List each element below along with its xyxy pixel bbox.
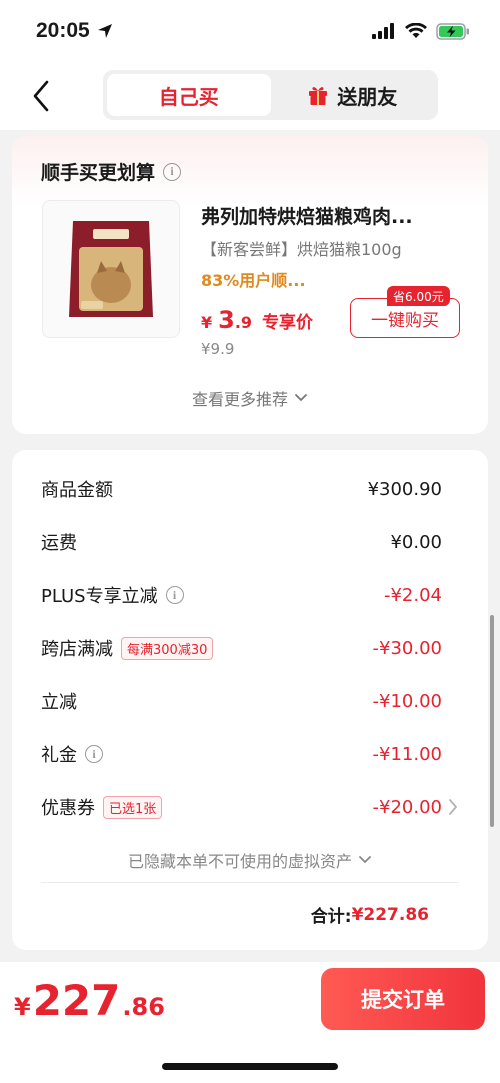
recommendation-title: 顺手买更划算 i — [41, 158, 182, 185]
summary-row-plus-discount: PLUS专享立减 i -¥2.04 — [41, 580, 442, 610]
product-price: ¥ 3 .9 专享价 — [201, 306, 313, 334]
savings-badge: 省6.00元 — [387, 286, 450, 306]
signal-icon — [372, 23, 394, 39]
row-value: -¥2.04 — [383, 584, 442, 606]
purchase-mode-switch: 自己买 送朋友 — [103, 70, 438, 120]
chevron-down-icon — [359, 856, 371, 864]
recommendation-title-text: 顺手买更划算 — [41, 162, 156, 184]
payable-price: ¥ 227 .86 — [14, 976, 165, 1025]
summary-row-shipping: 运费 ¥0.00 — [41, 527, 442, 557]
row-label: 跨店满减 — [41, 639, 113, 660]
product-rating-text: 83%用户顺... — [201, 271, 306, 290]
coupon-selected-tag: 已选1张 — [103, 795, 163, 819]
status-icons — [372, 22, 470, 40]
summary-row-cross-store-discount: 跨店满减 每满300减30 -¥30.00 — [41, 633, 442, 663]
payable-currency: ¥ — [14, 993, 31, 1021]
status-time: 20:05 — [36, 19, 114, 43]
info-icon[interactable]: i — [165, 586, 184, 604]
chevron-down-icon — [295, 394, 307, 402]
summary-row-goods-amount: 商品金额 ¥300.90 — [41, 474, 442, 504]
summary-row-gift-money: 礼金 i -¥11.00 — [41, 739, 442, 769]
tab-buy-for-self[interactable]: 自己买 — [107, 74, 271, 116]
info-icon[interactable]: i — [85, 745, 103, 763]
row-value: -¥30.00 — [372, 637, 442, 659]
row-value: -¥20.00 — [372, 796, 442, 818]
back-button[interactable] — [26, 76, 56, 116]
row-label: 商品金额 — [41, 480, 113, 501]
hidden-assets-label: 已隐藏本单不可使用的虚拟资产 — [127, 852, 352, 871]
price-decimal: .9 — [234, 313, 253, 332]
divider — [41, 882, 459, 883]
row-label: 礼金 — [41, 745, 77, 766]
row-value: ¥300.90 — [367, 478, 442, 500]
tab-buy-for-self-label: 自己买 — [158, 84, 219, 109]
checkout-bar: ¥ 227 .86 提交订单 — [0, 962, 500, 1083]
row-value: ¥0.00 — [390, 531, 442, 553]
see-more-label: 查看更多推荐 — [191, 390, 288, 409]
row-label: 优惠券 — [41, 798, 95, 819]
total-label: 合计: — [310, 907, 352, 927]
price-integer: 3 — [218, 306, 235, 334]
submit-order-button[interactable]: 提交订单 — [321, 968, 485, 1030]
payable-integer: 227 — [32, 976, 121, 1025]
cat-food-bag-image — [69, 221, 153, 317]
scrollbar[interactable] — [490, 615, 494, 827]
row-label: 立减 — [41, 692, 77, 713]
order-total: 合计: ¥227.86 — [310, 902, 429, 928]
chevron-right-icon[interactable] — [448, 798, 458, 816]
product-name[interactable]: 弗列加特烘焙猫粮鸡肉... — [201, 202, 413, 229]
location-arrow-icon — [97, 24, 112, 38]
row-value: -¥11.00 — [372, 743, 442, 765]
row-label: 运费 — [41, 533, 77, 554]
exclusive-price-label: 专享价 — [262, 313, 314, 333]
payable-decimal: .86 — [122, 993, 165, 1021]
home-indicator — [162, 1063, 338, 1070]
promo-tag: 每满300减30 — [121, 636, 214, 660]
battery-charging-icon — [436, 22, 469, 40]
price-currency: ¥ — [201, 313, 213, 332]
status-bar: 20:05 — [0, 0, 500, 62]
product-image[interactable] — [42, 200, 180, 338]
original-price: ¥9.9 — [201, 340, 235, 358]
header: 自己买 送朋友 — [0, 62, 500, 130]
product-subtitle: 【新客尝鲜】烘焙猫粮100g — [201, 240, 402, 259]
row-label: PLUS专享立减 — [41, 586, 158, 607]
hidden-virtual-assets-toggle[interactable]: 已隐藏本单不可使用的虚拟资产 — [12, 848, 488, 872]
row-value: -¥10.00 — [372, 690, 442, 712]
total-value: ¥227.86 — [351, 904, 429, 925]
gift-icon — [309, 87, 328, 105]
tab-send-to-friend[interactable]: 送朋友 — [271, 74, 435, 116]
order-summary-card: 商品金额 ¥300.90 运费 ¥0.00 PLUS专享立减 i -¥2.04 … — [12, 450, 488, 950]
summary-row-instant-discount: 立减 -¥10.00 — [41, 686, 442, 716]
recommendation-card: 顺手买更划算 i 弗列加特烘焙猫粮鸡肉... 【新客尝鲜】烘焙猫粮100g 83… — [12, 136, 488, 434]
tab-send-to-friend-label: 送朋友 — [337, 84, 398, 109]
wifi-icon — [405, 23, 427, 38]
summary-row-coupon[interactable]: 优惠券 已选1张 -¥20.00 — [41, 792, 442, 822]
status-time-text: 20:05 — [36, 19, 90, 42]
chevron-left-icon — [33, 80, 49, 112]
info-icon[interactable]: i — [163, 162, 182, 181]
see-more-recommendations[interactable]: 查看更多推荐 — [12, 386, 488, 410]
